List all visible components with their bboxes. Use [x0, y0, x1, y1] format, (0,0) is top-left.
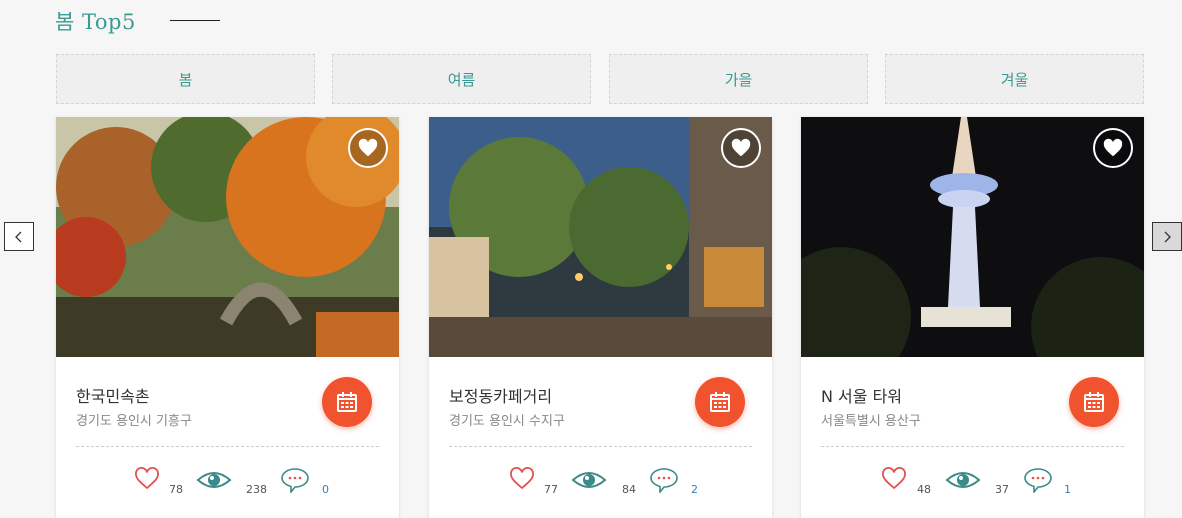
title-underline — [170, 20, 220, 21]
card-divider — [821, 446, 1124, 447]
view-count: 37 — [995, 483, 1009, 496]
tab-winter[interactable]: 겨울 — [885, 54, 1144, 104]
eye-icon — [945, 472, 981, 488]
carousel-next-button[interactable] — [1152, 222, 1182, 251]
card-stats: 48 37 1 — [801, 467, 1144, 497]
comment-count: 1 — [1064, 483, 1071, 496]
chevron-left-icon — [15, 231, 22, 242]
place-photo — [801, 117, 1144, 357]
like-count: 48 — [917, 483, 931, 496]
speech-bubble-icon[interactable] — [1023, 467, 1053, 493]
heart-icon — [358, 138, 378, 157]
card-stats: 78 238 0 — [56, 467, 399, 497]
schedule-button[interactable] — [695, 377, 745, 427]
view-count: 84 — [622, 483, 636, 496]
heart-outline-icon[interactable] — [134, 467, 160, 491]
comment-count: 0 — [322, 483, 329, 496]
tab-autumn[interactable]: 가을 — [609, 54, 868, 104]
calendar-icon — [1084, 392, 1104, 412]
favorite-button[interactable] — [721, 128, 761, 168]
place-photo — [56, 117, 399, 357]
speech-bubble-icon[interactable] — [649, 467, 679, 493]
place-card[interactable]: 보정동카페거리 경기도 용인시 수지구 77 84 2 — [429, 117, 772, 518]
tab-summer[interactable]: 여름 — [332, 54, 591, 104]
chevron-right-icon — [1164, 231, 1171, 242]
heart-outline-icon[interactable] — [509, 467, 535, 491]
card-stats: 77 84 2 — [429, 467, 772, 497]
calendar-icon — [337, 392, 357, 412]
eye-icon — [571, 472, 607, 488]
comment-count: 2 — [691, 483, 698, 496]
place-name: 보정동카페거리 — [449, 387, 553, 406]
place-card[interactable]: N 서울 타워 서울특별시 용산구 48 37 1 — [801, 117, 1144, 518]
speech-bubble-icon[interactable] — [280, 467, 310, 493]
place-photo — [429, 117, 772, 357]
schedule-button[interactable] — [1069, 377, 1119, 427]
place-name: N 서울 타워 — [821, 387, 903, 406]
card-divider — [76, 446, 379, 447]
favorite-button[interactable] — [348, 128, 388, 168]
place-card[interactable]: 한국민속촌 경기도 용인시 기흥구 78 238 0 — [56, 117, 399, 518]
schedule-button[interactable] — [322, 377, 372, 427]
view-count: 238 — [246, 483, 267, 496]
place-location: 경기도 용인시 기흥구 — [76, 414, 192, 429]
place-location: 서울특별시 용산구 — [821, 414, 921, 429]
card-divider — [449, 446, 752, 447]
eye-icon — [196, 472, 232, 488]
carousel-prev-button[interactable] — [4, 222, 34, 251]
like-count: 78 — [169, 483, 183, 496]
tab-spring[interactable]: 봄 — [56, 54, 315, 104]
calendar-icon — [710, 392, 730, 412]
place-location: 경기도 용인시 수지구 — [449, 414, 565, 429]
heart-icon — [731, 138, 751, 157]
like-count: 77 — [544, 483, 558, 496]
place-name: 한국민속촌 — [76, 387, 150, 406]
heart-outline-icon[interactable] — [881, 467, 907, 491]
heart-icon — [1103, 138, 1123, 157]
section-title: 봄 Top5 — [55, 10, 136, 34]
favorite-button[interactable] — [1093, 128, 1133, 168]
